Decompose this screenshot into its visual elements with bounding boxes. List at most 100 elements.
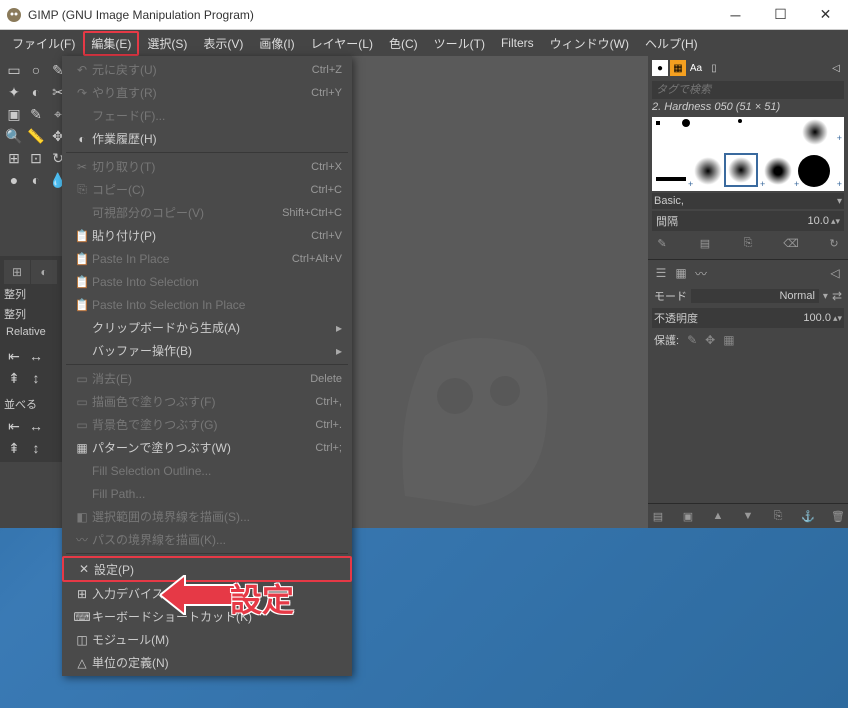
- menu-item-shortcut: Ctrl+X: [311, 161, 342, 173]
- menu-file[interactable]: ファイル(F): [4, 31, 83, 56]
- menu-item[interactable]: 📋貼り付け(P)Ctrl+V: [62, 224, 352, 247]
- menu-item: ◧選択範囲の境界線を描画(S)...: [62, 505, 352, 528]
- dup-brush-icon[interactable]: ⎘: [740, 235, 756, 251]
- menu-item-label: クリップボードから生成(A): [92, 319, 336, 336]
- tool-ellipse-select[interactable]: ○: [26, 60, 46, 80]
- edit-brush-icon[interactable]: ✎: [654, 235, 670, 251]
- paths-tab[interactable]: 〰: [692, 264, 710, 282]
- mode-select[interactable]: Normal: [691, 289, 819, 303]
- preset-select[interactable]: Basic,: [654, 195, 833, 207]
- brushes-tab[interactable]: ●: [652, 60, 668, 76]
- align-left-icon[interactable]: ⇤: [4, 346, 24, 366]
- dock-tab-misc[interactable]: ◐: [31, 260, 57, 284]
- distribute-h-icon[interactable]: ⇤: [4, 416, 24, 436]
- patterns-tab[interactable]: ▦: [670, 60, 686, 76]
- tool-measure[interactable]: 📏: [26, 126, 46, 146]
- menu-item[interactable]: ◫モジュール(M): [62, 628, 352, 651]
- menu-item[interactable]: クリップボードから生成(A)▸: [62, 316, 352, 339]
- menu-colors[interactable]: 色(C): [381, 31, 426, 56]
- tool-smudge[interactable]: ●: [4, 170, 24, 190]
- menu-item-label: 元に戻す(U): [92, 61, 312, 78]
- menu-item-label: Fill Selection Outline...: [92, 464, 342, 478]
- menu-filters[interactable]: Filters: [493, 32, 542, 54]
- fonts-tab[interactable]: Aa: [688, 60, 704, 76]
- tool-align[interactable]: ⊞: [4, 148, 24, 168]
- menu-item[interactable]: △単位の定義(N): [62, 651, 352, 674]
- menu-item: ▭消去(E)Delete: [62, 367, 352, 390]
- dock-relative[interactable]: Relative: [4, 324, 61, 340]
- menu-item-label: Paste Into Selection: [92, 275, 342, 289]
- menu-item-icon: △: [72, 656, 92, 670]
- del-brush-icon[interactable]: ⌫: [783, 235, 799, 251]
- distribute-mid-icon[interactable]: ↕: [26, 438, 46, 458]
- refresh-brush-icon[interactable]: ↻: [826, 235, 842, 251]
- new-layer-icon[interactable]: ▤: [650, 508, 666, 524]
- spacing-value[interactable]: 10.0: [808, 215, 829, 227]
- menu-item[interactable]: バッファー操作(B)▸: [62, 339, 352, 362]
- tool-dodge[interactable]: ◐: [26, 170, 46, 190]
- tool-color-select[interactable]: ◐: [26, 82, 46, 102]
- lock-alpha-icon[interactable]: ▦: [723, 333, 734, 347]
- tool-crop[interactable]: ⊡: [26, 148, 46, 168]
- tool-rect-select[interactable]: ▭: [4, 60, 24, 80]
- lock-pixels-icon[interactable]: ✎: [687, 333, 697, 347]
- mode-chevron-icon[interactable]: ▾: [823, 291, 828, 302]
- layer-actions: ▤ ▣ ▲ ▼ ⎘ ⚓ 🗑: [648, 503, 848, 528]
- lower-layer-icon[interactable]: ▼: [740, 508, 756, 524]
- menu-item[interactable]: ◐作業履歴(H): [62, 127, 352, 150]
- channels-tab[interactable]: ▦: [672, 264, 690, 282]
- minimize-button[interactable]: ─: [713, 0, 758, 29]
- align-center-icon[interactable]: ↔: [26, 346, 46, 366]
- menu-window[interactable]: ウィンドウ(W): [542, 31, 637, 56]
- raise-layer-icon[interactable]: ▲: [710, 508, 726, 524]
- menu-item-icon: ▦: [72, 441, 92, 455]
- menu-item-icon: ◧: [72, 510, 92, 524]
- close-button[interactable]: ✕: [803, 0, 848, 29]
- menu-item: 可視部分のコピー(V)Shift+Ctrl+C: [62, 201, 352, 224]
- anchor-layer-icon[interactable]: ⚓: [800, 508, 816, 524]
- tool-fuzzy-select[interactable]: ✦: [4, 82, 24, 102]
- menu-tools[interactable]: ツール(T): [426, 31, 493, 56]
- brush-search[interactable]: [652, 81, 844, 99]
- menu-select[interactable]: 選択(S): [139, 31, 195, 56]
- tool-foreground[interactable]: ▣: [4, 104, 24, 124]
- layers-tab[interactable]: ☰: [652, 264, 670, 282]
- lock-position-icon[interactable]: ✥: [705, 333, 715, 347]
- maximize-button[interactable]: ☐: [758, 0, 803, 29]
- menu-item-label: バッファー操作(B): [92, 342, 336, 359]
- menu-item-label: やり直す(R): [92, 84, 311, 101]
- layer-tab-menu-icon[interactable]: ◁: [826, 264, 844, 282]
- align-middle-icon[interactable]: ↕: [26, 368, 46, 388]
- wilber-mascot: [385, 316, 565, 516]
- tab-menu-icon[interactable]: ◁: [828, 60, 844, 76]
- opacity-stepper[interactable]: ▴▾: [833, 313, 842, 324]
- align-top-icon[interactable]: ⇞: [4, 368, 24, 388]
- delete-layer-icon[interactable]: 🗑: [830, 508, 846, 524]
- menu-item-icon: 📋: [72, 298, 92, 312]
- menu-edit[interactable]: 編集(E): [83, 31, 139, 56]
- new-brush-icon[interactable]: ▤: [697, 235, 713, 251]
- menu-item-shortcut: Shift+Ctrl+C: [282, 207, 342, 219]
- menu-item-icon: 〰: [72, 531, 92, 548]
- layer-group-icon[interactable]: ▣: [680, 508, 696, 524]
- dock-label-sort: 整列: [4, 284, 61, 304]
- dock-tab-options[interactable]: ⊞: [4, 260, 30, 284]
- spacing-stepper[interactable]: ▴▾: [831, 216, 840, 227]
- dup-layer-icon[interactable]: ⎘: [770, 508, 786, 524]
- distribute-top-icon[interactable]: ⇞: [4, 438, 24, 458]
- brush-grid[interactable]: + + + + +: [652, 117, 844, 191]
- tool-zoom[interactable]: 🔍: [4, 126, 24, 146]
- menu-help[interactable]: ヘルプ(H): [637, 31, 706, 56]
- menu-image[interactable]: 画像(I): [251, 31, 302, 56]
- menu-view[interactable]: 表示(V): [195, 31, 251, 56]
- menu-layer[interactable]: レイヤー(L): [303, 31, 381, 56]
- menu-item[interactable]: ▦パターンで塗りつぶす(W)Ctrl+;: [62, 436, 352, 459]
- mode-swap-icon[interactable]: ⇄: [832, 289, 842, 303]
- opacity-value[interactable]: 100.0: [803, 312, 831, 324]
- menu-item: ▭描画色で塗りつぶす(F)Ctrl+,: [62, 390, 352, 413]
- distribute-v-icon[interactable]: ↔: [26, 416, 46, 436]
- history-tab[interactable]: ▯: [706, 60, 722, 76]
- tool-paths[interactable]: ✎: [26, 104, 46, 124]
- menu-item-label: フェード(F)...: [92, 107, 342, 124]
- chevron-down-icon[interactable]: ▾: [837, 196, 842, 207]
